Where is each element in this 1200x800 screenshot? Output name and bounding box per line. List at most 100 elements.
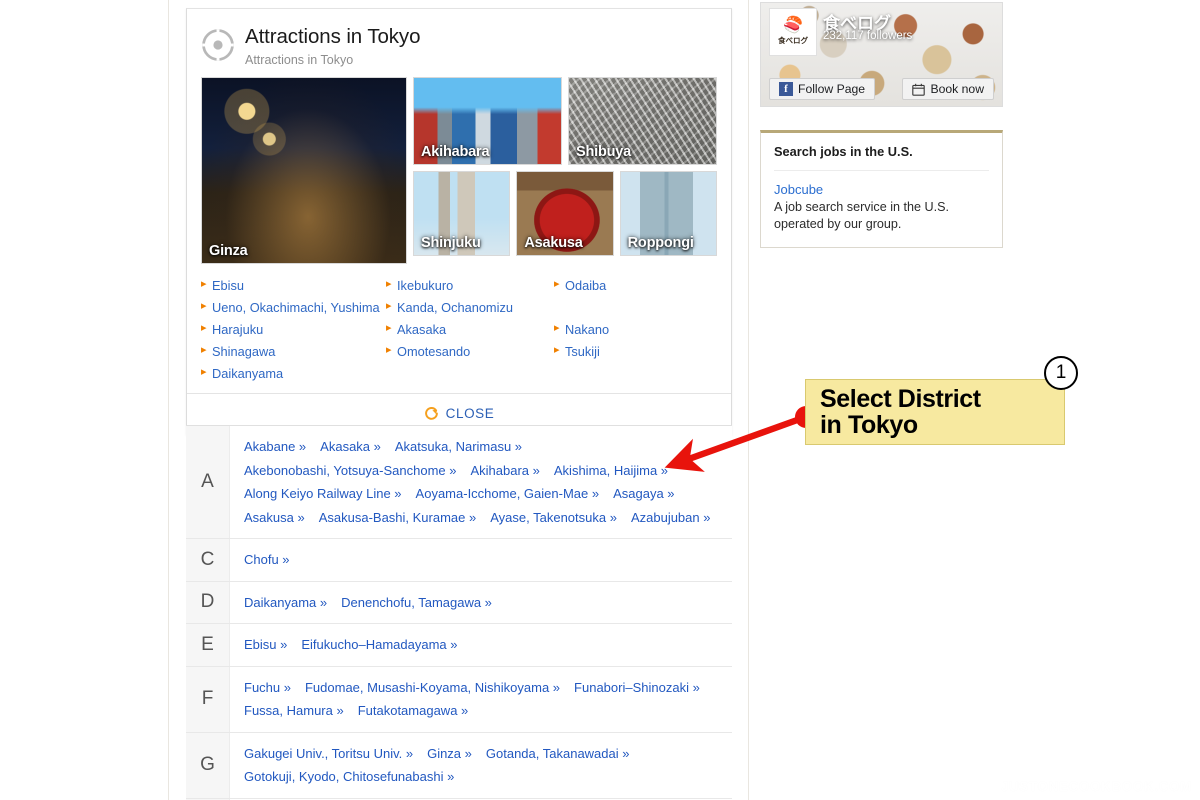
book-now-label: Book now bbox=[930, 82, 984, 96]
right-rail-divider bbox=[748, 0, 749, 800]
district-link[interactable]: Asakusa » bbox=[244, 510, 305, 525]
az-letter-a: A bbox=[186, 426, 230, 538]
district-link[interactable]: Futakotamagawa » bbox=[358, 703, 469, 718]
avatar-mark: 食べログ bbox=[778, 35, 808, 46]
district-link[interactable]: Akishima, Haijima » bbox=[554, 463, 668, 478]
quick-link-daikanyama[interactable]: Daikanyama bbox=[201, 366, 386, 381]
thumbnail-label: Shibuya bbox=[576, 144, 631, 160]
quick-link-akasaka[interactable]: Akasaka bbox=[386, 322, 554, 337]
quick-link-harajuku[interactable]: Harajuku bbox=[201, 322, 386, 337]
table-row: FFuchu »Fudomae, Musashi-Koyama, Nishiko… bbox=[186, 667, 732, 733]
district-link[interactable]: Asakusa-Bashi, Kuramae » bbox=[319, 510, 477, 525]
annotation-callout: Select District in Tokyo bbox=[805, 379, 1065, 445]
district-link[interactable]: Akebonobashi, Yotsuya-Sanchome » bbox=[244, 463, 457, 478]
az-letter-c: C bbox=[186, 539, 230, 581]
az-letter-e: E bbox=[186, 624, 230, 666]
calendar-icon bbox=[912, 83, 925, 96]
compass-target-icon bbox=[201, 28, 235, 62]
az-links-cell: Fuchu » Fudomae, Musashi-Koyama, Nishikoy… bbox=[230, 667, 732, 732]
follow-page-button[interactable]: f Follow Page bbox=[769, 78, 875, 100]
az-links-cell: Akabane » Akasaka » Akatsuka, Narimasu » Ak… bbox=[230, 426, 732, 538]
district-link[interactable]: Gotokuji, Kyodo, Chitosefunabashi » bbox=[244, 769, 454, 784]
district-link[interactable]: Akihabara » bbox=[471, 463, 540, 478]
thumbnail-asakusa[interactable]: Asakusa bbox=[516, 171, 613, 256]
quick-link-odaiba[interactable]: Odaiba bbox=[554, 278, 717, 293]
thumbnail-label: Roppongi bbox=[628, 235, 694, 251]
quick-link-omotesando[interactable]: Omotesando bbox=[386, 344, 554, 359]
jobs-widget-title: Search jobs in the U.S. bbox=[774, 144, 989, 171]
quick-link-ebisu[interactable]: Ebisu bbox=[201, 278, 386, 293]
district-link[interactable]: Denenchofu, Tamagawa » bbox=[341, 595, 492, 610]
table-row: DDaikanyama »Denenchofu, Tamagawa » bbox=[186, 582, 732, 625]
district-link[interactable]: Fudomae, Musashi-Koyama, Nishikoyama » bbox=[305, 680, 560, 695]
jobcube-link[interactable]: Jobcube bbox=[774, 182, 989, 197]
book-now-button[interactable]: Book now bbox=[902, 78, 994, 100]
district-link[interactable]: Daikanyama » bbox=[244, 595, 327, 610]
thumbnail-label: Akihabara bbox=[421, 144, 489, 160]
quick-link-kanda[interactable]: Kanda, Ochanomizu bbox=[386, 300, 554, 315]
page-title: Attractions in Tokyo bbox=[245, 25, 420, 49]
quick-link-tsukiji[interactable]: Tsukiji bbox=[554, 344, 717, 359]
az-link-line: Gotokuji, Kyodo, Chitosefunabashi » bbox=[244, 765, 724, 789]
az-link-line: Asakusa » Asakusa-Bashi, Kuramae » Ayase, … bbox=[244, 506, 724, 530]
district-link[interactable]: Funabori–Shinozaki » bbox=[574, 680, 700, 695]
district-link[interactable]: Ayase, Takenotsuka » bbox=[490, 510, 617, 525]
facebook-icon: f bbox=[779, 82, 793, 96]
sushi-icon: 🍣 bbox=[783, 18, 803, 34]
annotation-text: Select District in Tokyo bbox=[820, 386, 981, 438]
table-row: AAkabane »Akasaka »Akatsuka, Narimasu »A… bbox=[186, 426, 732, 539]
attractions-card: Attractions in Tokyo Attractions in Toky… bbox=[186, 8, 732, 435]
district-link[interactable]: Ebisu » bbox=[244, 637, 287, 652]
district-link[interactable]: Aoyama-Icchome, Gaien-Mae » bbox=[416, 486, 600, 501]
az-link-line: Daikanyama » Denenchofu, Tamagawa » bbox=[244, 591, 724, 615]
jobs-widget: Search jobs in the U.S. Jobcube A job se… bbox=[760, 130, 1003, 248]
az-link-line: Fuchu » Fudomae, Musashi-Koyama, Nishikoy… bbox=[244, 676, 724, 700]
facebook-page-widget[interactable]: 🍣 食べログ 食べログ 232,117 followers f Follow P… bbox=[760, 2, 1003, 107]
thumbnail-label: Shinjuku bbox=[421, 235, 481, 251]
quick-link-nakano[interactable]: Nakano bbox=[554, 322, 717, 337]
close-label: CLOSE bbox=[446, 406, 495, 421]
thumbnail-shibuya[interactable]: Shibuya bbox=[568, 77, 717, 165]
facebook-avatar: 🍣 食べログ bbox=[769, 8, 817, 56]
district-link[interactable]: Chofu » bbox=[244, 552, 290, 567]
district-link[interactable]: Asagaya » bbox=[613, 486, 674, 501]
az-link-line: Gakugei Univ., Toritsu Univ. » Ginza » Got… bbox=[244, 742, 724, 766]
az-link-line: Chofu » bbox=[244, 548, 724, 572]
annotation-step-badge: 1 bbox=[1044, 356, 1078, 390]
quick-link-ueno[interactable]: Ueno, Okachimachi, Yushima bbox=[201, 300, 386, 315]
district-link[interactable]: Azabujuban » bbox=[631, 510, 711, 525]
district-link[interactable]: Eifukucho–Hamadayama » bbox=[301, 637, 457, 652]
district-link[interactable]: Akatsuka, Narimasu » bbox=[395, 439, 522, 454]
quick-district-links: Ebisu Ikebukuro Odaiba Ueno, Okachimachi… bbox=[187, 270, 731, 393]
district-link[interactable]: Akasaka » bbox=[320, 439, 381, 454]
az-link-line: Ebisu » Eifukucho–Hamadayama » bbox=[244, 633, 724, 657]
follow-page-label: Follow Page bbox=[798, 82, 865, 96]
left-rail-divider bbox=[168, 0, 169, 800]
district-link[interactable]: Along Keiyo Railway Line » bbox=[244, 486, 402, 501]
thumbnail-label: Asakusa bbox=[524, 235, 582, 251]
quick-link-spacer bbox=[554, 300, 717, 315]
page-root: Attractions in Tokyo Attractions in Toky… bbox=[0, 0, 1200, 800]
thumbnail-akihabara[interactable]: Akihabara bbox=[413, 77, 562, 165]
quick-link-ikebukuro[interactable]: Ikebukuro bbox=[386, 278, 554, 293]
district-link[interactable]: Akabane » bbox=[244, 439, 306, 454]
table-row: G Gakugei Univ., Toritsu Univ. » Ginza » Go… bbox=[186, 733, 732, 799]
az-link-line: Akebonobashi, Yotsuya-Sanchome » Akihabar… bbox=[244, 459, 724, 483]
table-row: E Ebisu » Eifukucho–Hamadayama » bbox=[186, 624, 732, 667]
jobs-description: A job search service in the U.S. operate… bbox=[774, 199, 989, 233]
az-letter-g: G bbox=[186, 733, 230, 798]
thumbnail-shinjuku[interactable]: Shinjuku bbox=[413, 171, 510, 256]
quick-link-spacer bbox=[386, 366, 554, 381]
district-link[interactable]: Gakugei Univ., Toritsu Univ. » bbox=[244, 746, 413, 761]
district-az-table: AAkabane »Akasaka »Akatsuka, Narimasu »A… bbox=[186, 425, 732, 800]
az-link-line: Along Keiyo Railway Line » Aoyama-Icchome… bbox=[244, 482, 724, 506]
thumbnail-ginza[interactable]: Ginza bbox=[201, 77, 407, 264]
district-link[interactable]: Fussa, Hamura » bbox=[244, 703, 344, 718]
district-link[interactable]: Ginza » bbox=[427, 746, 472, 761]
quick-link-shinagawa[interactable]: Shinagawa bbox=[201, 344, 386, 359]
az-links-cell: Ebisu » Eifukucho–Hamadayama » bbox=[230, 624, 732, 666]
table-row: C Chofu » bbox=[186, 539, 732, 582]
thumbnail-roppongi[interactable]: Roppongi bbox=[620, 171, 717, 256]
district-link[interactable]: Gotanda, Takanawadai » bbox=[486, 746, 630, 761]
district-link[interactable]: Fuchu » bbox=[244, 680, 291, 695]
